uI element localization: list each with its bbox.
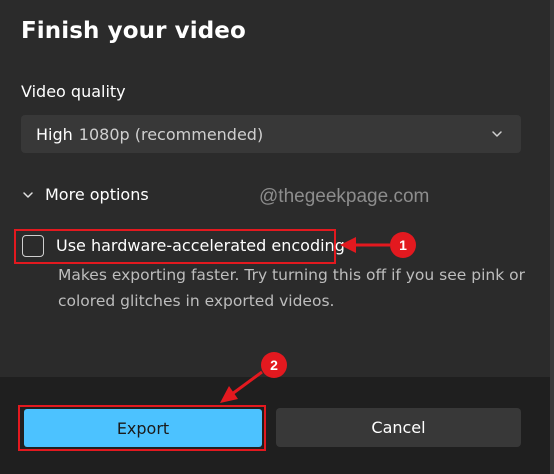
chevron-down-icon (492, 131, 502, 137)
step-badge-2: 2 (261, 352, 287, 378)
hardware-encoding-checkbox[interactable] (22, 235, 44, 257)
export-button[interactable]: Export (24, 409, 262, 447)
quality-main-value: High (36, 124, 73, 144)
watermark: @thegeekpage.com (259, 186, 430, 207)
quality-sub-value: 1080p (recommended) (78, 124, 264, 144)
chevron-down-icon (23, 191, 33, 198)
hardware-encoding-label[interactable]: Use hardware-accelerated encoding (56, 236, 345, 255)
more-options-label: More options (45, 185, 149, 204)
dialog-title: Finish your video (21, 18, 246, 44)
cancel-button[interactable]: Cancel (276, 408, 521, 447)
video-quality-select[interactable]: High 1080p (recommended) (21, 115, 521, 153)
finish-video-dialog: Finish your video Video quality High 108… (0, 0, 554, 474)
video-quality-label: Video quality (21, 82, 126, 101)
hardware-encoding-description: Makes exporting faster. Try turning this… (58, 266, 525, 310)
window-edge (550, 0, 554, 474)
step-badge-1: 1 (390, 232, 416, 258)
more-options-toggle[interactable]: More options (21, 185, 149, 204)
